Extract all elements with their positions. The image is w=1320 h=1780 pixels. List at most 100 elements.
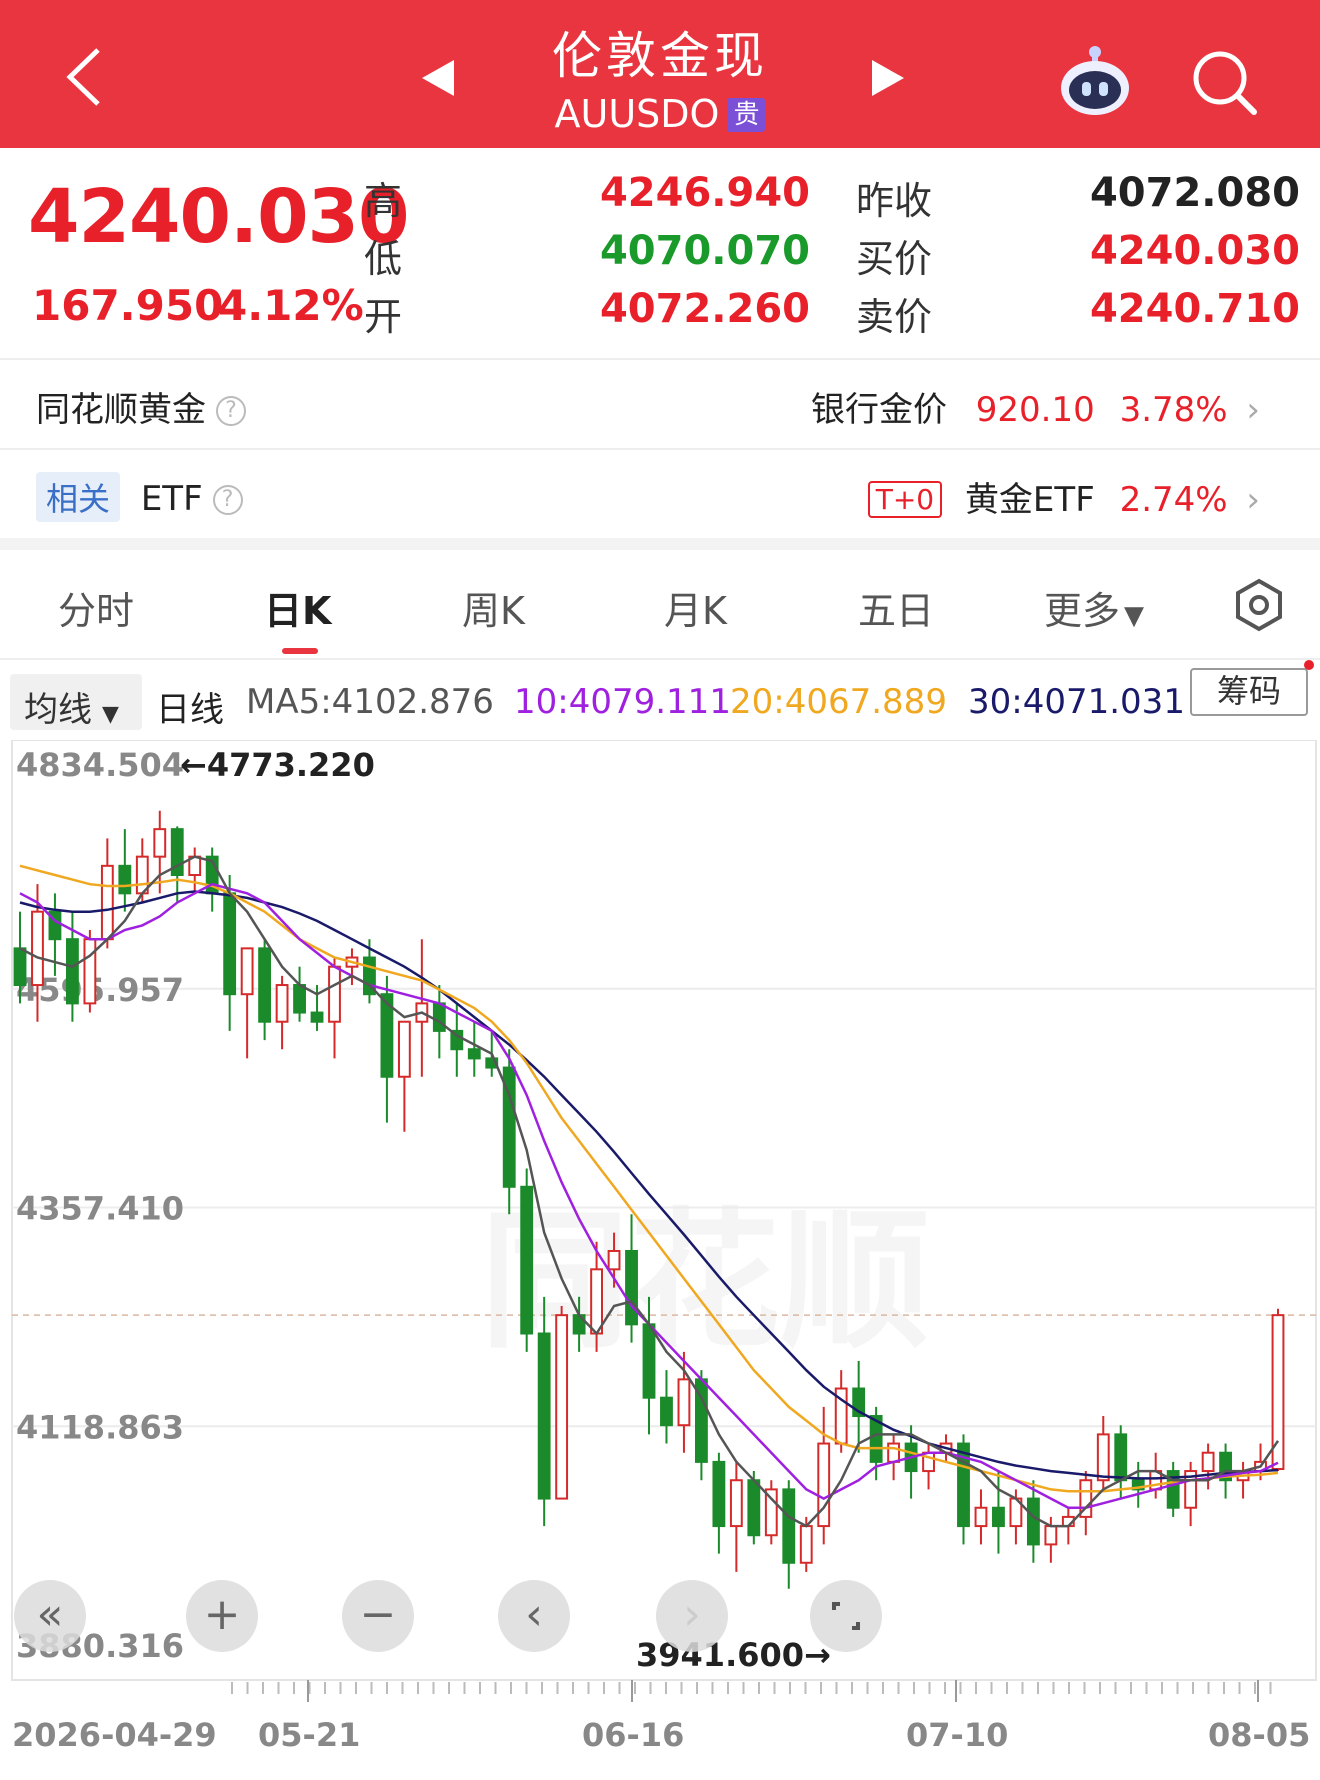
bank-price-value: 920.10 [975,390,1095,430]
low-label: 低 [364,237,403,281]
section-divider [0,538,1320,550]
bank-gold-price[interactable]: 银行金价 920.10 3.78% › [811,382,1260,431]
last-price: 4240.030 [28,174,410,260]
candle-up [799,1525,813,1564]
bank-price-label: 银行金价 [810,390,947,430]
help-icon[interactable]: ? [212,485,243,515]
candle-down [642,1323,656,1399]
low-value: 4070.070 [599,228,810,274]
x-tick-label: 07-10 [906,1716,1008,1754]
ths-gold-row[interactable]: 同花顺黄金? 银行金价 920.10 3.78% › [0,360,1320,448]
triangle-right-icon [872,60,904,96]
open-value: 4072.260 [599,286,810,332]
fullscreen-button[interactable] [810,1580,882,1652]
candle-down [747,1479,761,1537]
help-icon[interactable]: ? [216,396,246,426]
header-bar: 伦敦金现 AUUSDO 贵 [0,0,1320,148]
bid-label: 买价 [856,237,933,281]
candle-up [153,828,167,858]
candle-up [887,1442,901,1463]
candle-down [1026,1497,1040,1546]
candle-up [607,1249,621,1271]
candle-down [660,1396,673,1427]
candle-up [677,1378,691,1427]
candle-up [555,1314,569,1500]
active-tab-indicator [282,648,318,654]
candle-down [992,1506,1005,1528]
gold-etf-percent: 2.74% [1119,480,1228,520]
t0-badge: T+0 [867,481,943,518]
chip-distribution-button[interactable]: 筹码 [1190,668,1308,716]
prev-close-label: 昨收 [856,179,933,223]
chevron-right-icon: › [1246,480,1260,520]
tab-monthly-k[interactable]: 月K [664,580,727,635]
gold-etf-link[interactable]: T+0 黄金ETF 2.74% › [867,472,1260,521]
candle-down [520,1185,534,1335]
instrument-title: 伦敦金现 [552,27,768,85]
settings-hexagon-icon[interactable] [1232,578,1286,632]
candle-up [817,1442,831,1528]
bid-value: 4240.030 [1089,228,1300,274]
prev-instrument-button[interactable] [418,56,458,100]
etf-row[interactable]: 相关 ETF? T+0 黄金ETF 2.74% › [0,450,1320,538]
x-tick-label: 06-16 [582,1716,684,1754]
tab-five-day[interactable]: 五日 [858,580,934,635]
candle-down [782,1488,796,1564]
tab-more[interactable]: 更多 ▼ [1044,580,1144,635]
triangle-left-icon [422,60,454,96]
price-change: 167.950 [32,281,224,330]
candle-up [83,938,97,1005]
low-marker-label: 3941.600→ [636,1636,831,1674]
zoom-in-button[interactable]: + [186,1580,258,1652]
category-tag: 贵 [727,98,766,132]
bank-price-percent: 3.78% [1119,390,1228,430]
candle-up [1044,1525,1058,1546]
scroll-left-button[interactable]: ‹ [498,1580,570,1652]
kline-chart[interactable]: 同花顺 4834.504 4595.957 4357.410 4118.863 3880… [0,740,1320,1780]
instrument-code-row: AUUSDO 贵 [460,92,860,136]
candle-down [66,938,79,1005]
chevron-right-icon: › [1246,390,1260,430]
divider [0,658,1320,660]
period-label: 日线 [156,690,224,730]
high-marker-label: ←4773.220 [180,746,375,784]
candle-up [328,965,341,1023]
ma30-value: 30:4071.031 [968,682,1185,722]
x-tick-label: 08-05 [1208,1716,1310,1754]
y-tick-label: 4357.410 [16,1190,184,1228]
gold-etf-name: 黄金ETF [964,480,1095,520]
high-label: 高 [364,179,403,223]
candle-down [223,892,237,996]
candle-up [1096,1433,1110,1482]
candle-down [1114,1433,1128,1482]
candle-up [100,864,114,941]
period-tabs: 分时 日K 周K 月K 五日 更多 ▼ [0,556,1320,656]
tab-daily-k[interactable]: 日K [264,580,331,635]
caret-down-icon: ▼ [102,702,119,727]
candle-up [31,910,44,987]
caret-down-icon: ▼ [1124,601,1145,631]
candle-down [467,1048,481,1060]
back-button[interactable] [56,42,116,112]
related-tag: 相关 [36,472,121,522]
zoom-out-button[interactable]: − [342,1580,414,1652]
candle-down [310,1011,324,1023]
high-value: 4246.940 [599,170,810,216]
ths-gold-label: 同花顺黄金 [36,390,206,430]
expand-icon [832,1602,860,1630]
zoom-out-max-button[interactable]: « [14,1580,86,1652]
search-icon[interactable] [1190,48,1258,116]
ma20-value: 20:4067.889 [730,682,947,722]
y-tick-label: 4834.504 [16,746,184,784]
indicator-select[interactable]: 均线 ▼ [10,674,142,730]
candle-up [729,1479,743,1528]
tab-intraday[interactable]: 分时 [58,580,134,635]
x-tick-label: 05-21 [258,1716,360,1754]
tab-weekly-k[interactable]: 周K [462,580,525,635]
quote-panel: 4240.030 167.950 4.12% 高 低 开 4246.940 40… [0,148,1320,358]
scroll-right-button[interactable]: › [656,1580,728,1652]
ai-assistant-robot-icon[interactable] [1056,44,1134,118]
tab-more-label: 更多 [1044,589,1121,633]
moving-average-bar: 均线 ▼ 日线 MA5:4102.876 10:4079.111 20:4067.… [0,668,1320,740]
next-instrument-button[interactable] [868,56,908,100]
